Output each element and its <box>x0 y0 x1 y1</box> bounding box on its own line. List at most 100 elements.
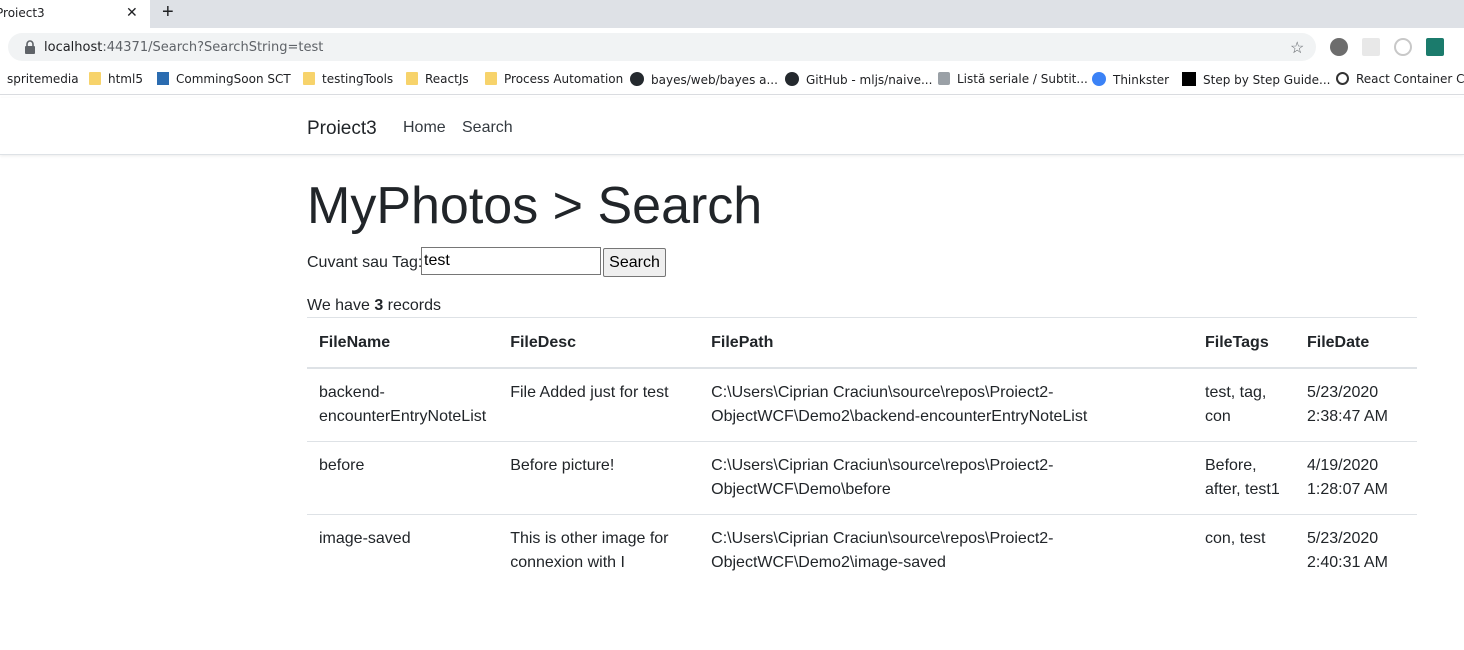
bookmark-item[interactable]: CommingSoon SCT <box>157 72 291 86</box>
cell-filepath: C:\Users\Ciprian Craciun\source\repos\Pr… <box>699 441 1193 515</box>
cell-text: 5/23/2020 <box>1306 530 1379 547</box>
bookmark-item[interactable]: testingTools <box>303 72 393 86</box>
page-title: MyPhotos > Search <box>307 177 763 235</box>
cell-text: This is other image for <box>510 530 669 547</box>
bookmark-label: bayes/web/bayes a... <box>651 73 778 87</box>
cell-filename: before <box>307 441 499 515</box>
cell-text: before <box>319 457 365 474</box>
cell-text: 2:38:47 AM <box>1306 408 1388 425</box>
nav-link-search[interactable]: Search <box>462 119 513 137</box>
nav-link-home[interactable]: Home <box>403 119 446 137</box>
bookmark-label: React Container Co... <box>1356 72 1464 86</box>
search-button[interactable]: Search <box>603 248 666 277</box>
bookmark-label: Process Automation <box>504 72 624 86</box>
cell-text: after, test1 <box>1205 481 1280 498</box>
extension-gear-icon[interactable] <box>1330 38 1348 56</box>
folder-icon <box>303 72 315 85</box>
search-label: Cuvant sau Tag: <box>307 254 423 271</box>
cell-text: ObjectWCF\Demo2\image-saved <box>711 554 946 571</box>
bookmark-label: Listă seriale / Subtit... <box>957 72 1088 86</box>
column-header-filetags: FileTags <box>1193 317 1295 369</box>
cell-text: backend- <box>319 384 385 401</box>
records-prefix: We have <box>307 297 370 314</box>
github-icon <box>785 72 799 86</box>
cell-text: connexion with I <box>510 554 625 571</box>
cell-text: encounterEntryNoteList <box>319 408 487 425</box>
cell-filedesc: File Added just for test <box>498 368 700 442</box>
column-header-filedesc: FileDesc <box>498 317 700 369</box>
results-table: FileName FileDesc FilePath FileTags File… <box>307 317 1417 587</box>
cell-text: C:\Users\Ciprian Craciun\source\repos\Pr… <box>711 384 1054 401</box>
bookmark-item[interactable]: Step by Step Guide... <box>1182 72 1331 87</box>
medium-icon <box>1182 72 1196 86</box>
cell-text: 1:28:07 AM <box>1306 481 1388 498</box>
table-row: before Before picture! C:\Users\Ciprian Cr… <box>307 441 1417 515</box>
bookmark-item[interactable]: React Container Co... <box>1336 72 1464 86</box>
cell-filepath: C:\Users\Ciprian Craciun\source\repos\Pr… <box>699 368 1193 442</box>
cell-text: Before, <box>1205 457 1257 474</box>
records-suffix: records <box>387 297 442 314</box>
bookmark-label: spritemedia <box>7 72 79 86</box>
cell-filedate: 4/19/2020 1:28:07 AM <box>1294 441 1417 515</box>
drop-icon <box>157 72 169 85</box>
cell-text: con <box>1205 408 1231 425</box>
tab-title: Proiect3 <box>0 6 45 20</box>
table-header-row: FileName FileDesc FilePath FileTags File… <box>307 317 1417 369</box>
extension-s-icon[interactable] <box>1426 38 1444 56</box>
new-tab-icon[interactable]: + <box>162 1 174 24</box>
site-navbar: Proiect3 Home Search <box>0 98 1464 155</box>
cell-text: Before picture! <box>510 457 615 474</box>
browser-toolbar: localhost:44371/Search?SearchString=test… <box>0 28 1464 66</box>
bookmark-label: ReactJs <box>425 72 469 86</box>
url-text[interactable]: localhost:44371/Search?SearchString=test <box>44 40 323 55</box>
bookmark-item[interactable]: ReactJs <box>406 72 469 86</box>
address-bar[interactable]: localhost:44371/Search?SearchString=test… <box>8 33 1316 61</box>
cell-filedesc: This is other image for connexion with I <box>498 515 699 588</box>
cell-filedate: 5/23/2020 2:40:31 AM <box>1295 515 1417 588</box>
lock-icon <box>25 40 35 54</box>
browser-tab-strip: Proiect3 ✕ + <box>0 0 1464 28</box>
navbar-brand[interactable]: Proiect3 <box>307 118 377 140</box>
cell-filepath: C:\Users\Ciprian Craciun\source\repos\Pr… <box>699 515 1193 588</box>
cell-filetags: Before, after, test1 <box>1193 441 1295 515</box>
cell-text: 2:40:31 AM <box>1306 554 1388 571</box>
bookmark-item[interactable]: bayes/web/bayes a... <box>630 72 778 87</box>
cell-text: C:\Users\Ciprian Craciun\source\repos\Pr… <box>711 530 1054 547</box>
star-icon[interactable]: ☆ <box>1290 38 1304 58</box>
cell-text: ObjectWCF\Demo2\backend-encounterEntryNo… <box>711 408 1088 425</box>
records-count-text: We have 3 records <box>307 297 441 315</box>
folder-icon <box>485 72 497 85</box>
folder-icon <box>406 72 418 85</box>
bookmarks-bar: spritemedia html5 CommingSoon SCT testingTo… <box>0 66 1464 95</box>
close-icon[interactable]: ✕ <box>126 4 138 21</box>
bookmark-item[interactable]: html5 <box>89 72 143 86</box>
cell-text: 5/23/2020 <box>1306 384 1379 401</box>
cell-filename: backend-encounterEntryNoteList <box>307 368 499 442</box>
bookmark-item[interactable]: Process Automation <box>485 72 623 86</box>
cell-filedate: 5/23/2020 2:38:47 AM <box>1294 368 1417 442</box>
bookmark-item[interactable]: GitHub - mljs/naive... <box>785 72 932 87</box>
extension-circle-icon[interactable] <box>1394 38 1412 56</box>
react-icon <box>1336 72 1349 85</box>
bookmark-label: testingTools <box>322 72 394 86</box>
cell-text: image-saved <box>319 530 411 547</box>
bookmark-item[interactable]: Thinkster <box>1092 72 1169 87</box>
column-header-filename: FileName <box>307 317 499 369</box>
url-path: :44371/Search?SearchString=test <box>102 40 324 55</box>
bookmark-item[interactable]: Listă seriale / Subtit... <box>938 72 1088 86</box>
cell-text: test, tag, <box>1205 384 1267 401</box>
extension-grid-icon[interactable] <box>1362 38 1380 56</box>
bookmark-label: Step by Step Guide... <box>1203 73 1331 87</box>
url-host: localhost <box>44 40 103 55</box>
table-row: image-saved This is other image for connex… <box>307 515 1417 588</box>
bookmark-item[interactable]: spritemedia <box>7 72 79 86</box>
cell-filetags: test, tag, con <box>1193 368 1295 442</box>
table-row: backend-encounterEntryNoteList File Added… <box>307 368 1417 442</box>
cell-text: ObjectWCF\Demo\before <box>711 481 891 498</box>
search-input[interactable] <box>421 247 601 275</box>
cell-text: File Added just for test <box>510 384 669 401</box>
browser-tab[interactable]: Proiect3 ✕ <box>0 0 150 28</box>
cell-filedesc: Before picture! <box>498 441 700 515</box>
column-header-filedate: FileDate <box>1294 317 1417 369</box>
github-icon <box>630 72 644 86</box>
